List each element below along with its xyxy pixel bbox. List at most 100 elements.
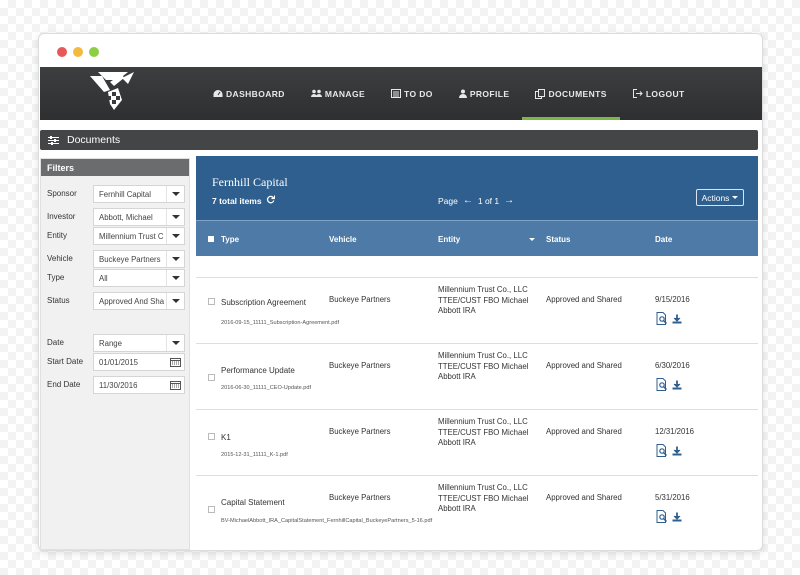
chevron-down-icon <box>166 209 184 225</box>
nav-dashboard-label: DASHBOARD <box>226 88 285 99</box>
section-header: Documents <box>40 130 758 150</box>
sponsor-select[interactable]: Fernhill Capital <box>93 185 185 203</box>
refresh-icon[interactable] <box>266 195 275 206</box>
column-type[interactable]: Type <box>221 235 239 244</box>
chevron-down-icon <box>166 293 184 309</box>
list-icon <box>391 89 402 98</box>
column-vehicle[interactable]: Vehicle <box>329 235 357 244</box>
logo-icon[interactable] <box>88 70 136 116</box>
nav-documents-label: DOCUMENTS <box>548 88 607 99</box>
doc-vehicle: Buckeye Partners <box>329 427 391 436</box>
user-icon <box>458 89 467 98</box>
doc-date: 5/31/2016 <box>655 493 690 502</box>
doc-filename[interactable]: 2015-12-31_11111_K-1.pdf <box>221 452 288 458</box>
download-icon[interactable] <box>672 446 682 458</box>
nav-dashboard[interactable]: DASHBOARD <box>200 67 298 120</box>
filter-start-date: Start Date 01/01/2015 <box>41 353 191 371</box>
download-icon[interactable] <box>672 512 682 524</box>
nav-documents[interactable]: DOCUMENTS <box>522 67 621 120</box>
doc-status: Approved and Shared <box>546 493 622 502</box>
section-title: Documents <box>67 134 121 146</box>
doc-entity: Millennium Trust Co., LLC TTEE/CUST FBO … <box>438 351 529 381</box>
calendar-icon[interactable] <box>166 354 184 370</box>
filters-title: Filters <box>41 159 189 176</box>
list-header: Fernhill Capital 7 total items Page ← 1 … <box>196 156 758 256</box>
filter-label: Vehicle <box>47 254 73 263</box>
nav-logout[interactable]: LOGOUT <box>620 67 698 120</box>
vehicle-select[interactable]: Buckeye Partners <box>93 250 185 268</box>
doc-filename[interactable]: 2016-06-30_11111_CEO-Update.pdf <box>221 385 311 391</box>
nav-todo-label: TO DO <box>404 88 433 99</box>
top-navigation: DASHBOARD MANAGE TO DO PROFILE DOCUMENTS… <box>40 67 762 120</box>
row-checkbox[interactable] <box>208 298 215 305</box>
browser-window: DASHBOARD MANAGE TO DO PROFILE DOCUMENTS… <box>38 33 763 551</box>
entity-select[interactable]: Millennium Trust C <box>93 227 185 245</box>
nav-profile[interactable]: PROFILE <box>446 67 523 120</box>
doc-vehicle: Buckeye Partners <box>329 361 391 370</box>
column-date[interactable]: Date <box>655 235 672 244</box>
filter-label: End Date <box>47 380 81 389</box>
doc-status: Approved and Shared <box>546 427 622 436</box>
select-all-checkbox[interactable] <box>208 236 214 242</box>
copy-icon <box>535 88 546 99</box>
table-row[interactable]: Performance Update 2016-06-30_11111_CEO-… <box>196 343 758 409</box>
date-range-select[interactable]: Range <box>93 334 185 352</box>
prev-page-icon[interactable]: ← <box>463 195 473 206</box>
nav-manage[interactable]: MANAGE <box>298 67 378 120</box>
doc-date: 9/15/2016 <box>655 295 690 304</box>
page-label: Page <box>438 195 458 206</box>
doc-date: 12/31/2016 <box>655 427 695 436</box>
filter-date: Date Range <box>41 334 191 352</box>
nav-todo[interactable]: TO DO <box>378 67 446 120</box>
filter-label: Type <box>47 273 65 282</box>
column-headers: Type Vehicle Entity Status Date <box>196 220 758 256</box>
investor-select[interactable]: Abbott, Michael <box>93 208 185 226</box>
filter-status: Status Approved And Sha <box>41 292 191 310</box>
status-select[interactable]: Approved And Sha <box>93 292 185 310</box>
filter-entity: Entity Millennium Trust C <box>41 227 191 245</box>
calendar-icon[interactable] <box>166 377 184 393</box>
chevron-down-icon <box>166 270 184 286</box>
dashboard-icon <box>213 89 223 98</box>
row-actions <box>656 312 682 327</box>
download-icon[interactable] <box>672 380 682 392</box>
close-window-button[interactable] <box>57 47 67 57</box>
row-checkbox[interactable] <box>208 374 215 381</box>
preview-icon[interactable] <box>656 510 669 525</box>
nav-logout-label: LOGOUT <box>645 88 685 99</box>
type-select[interactable]: All <box>93 269 185 287</box>
preview-icon[interactable] <box>656 378 669 393</box>
filter-investor: Investor Abbott, Michael <box>41 208 191 226</box>
filter-label: Status <box>47 296 70 305</box>
actions-button[interactable]: Actions <box>696 189 744 206</box>
row-actions <box>656 378 682 393</box>
doc-status: Approved and Shared <box>546 361 622 370</box>
maximize-window-button[interactable] <box>89 47 99 57</box>
start-date-input[interactable]: 01/01/2015 <box>93 353 185 371</box>
end-date-input[interactable]: 11/30/2016 <box>93 376 185 394</box>
next-page-icon[interactable]: → <box>504 195 514 206</box>
column-entity[interactable]: Entity <box>438 235 460 244</box>
documents-list: Fernhill Capital 7 total items Page ← 1 … <box>196 156 758 550</box>
preview-icon[interactable] <box>656 444 669 459</box>
doc-filename[interactable]: 2016-09-15_11111_Subscription-Agreement.… <box>221 320 339 326</box>
preview-icon[interactable] <box>656 312 669 327</box>
doc-vehicle: Buckeye Partners <box>329 493 391 502</box>
doc-entity: Millennium Trust Co., LLC TTEE/CUST FBO … <box>438 417 529 447</box>
column-status[interactable]: Status <box>546 235 570 244</box>
minimize-window-button[interactable] <box>73 47 83 57</box>
table-body: Subscription Agreement 2016-09-15_11111_… <box>196 277 758 541</box>
doc-entity: Millennium Trust Co., LLC TTEE/CUST FBO … <box>438 285 529 315</box>
doc-filename[interactable]: BV-MichaelAbbott_IRA_CapitalStatement_Fe… <box>221 518 432 524</box>
row-checkbox[interactable] <box>208 433 215 440</box>
table-row[interactable]: Subscription Agreement 2016-09-15_11111_… <box>196 277 758 343</box>
table-row[interactable]: Capital Statement BV-MichaelAbbott_IRA_C… <box>196 475 758 541</box>
row-actions <box>656 510 682 525</box>
chevron-down-icon <box>166 186 184 202</box>
doc-type: Subscription Agreement <box>221 298 306 307</box>
filter-label: Start Date <box>47 357 84 366</box>
download-icon[interactable] <box>672 314 682 326</box>
sort-down-icon[interactable] <box>529 238 535 241</box>
table-row[interactable]: K1 2015-12-31_11111_K-1.pdf Buckeye Part… <box>196 409 758 475</box>
row-checkbox[interactable] <box>208 506 215 513</box>
